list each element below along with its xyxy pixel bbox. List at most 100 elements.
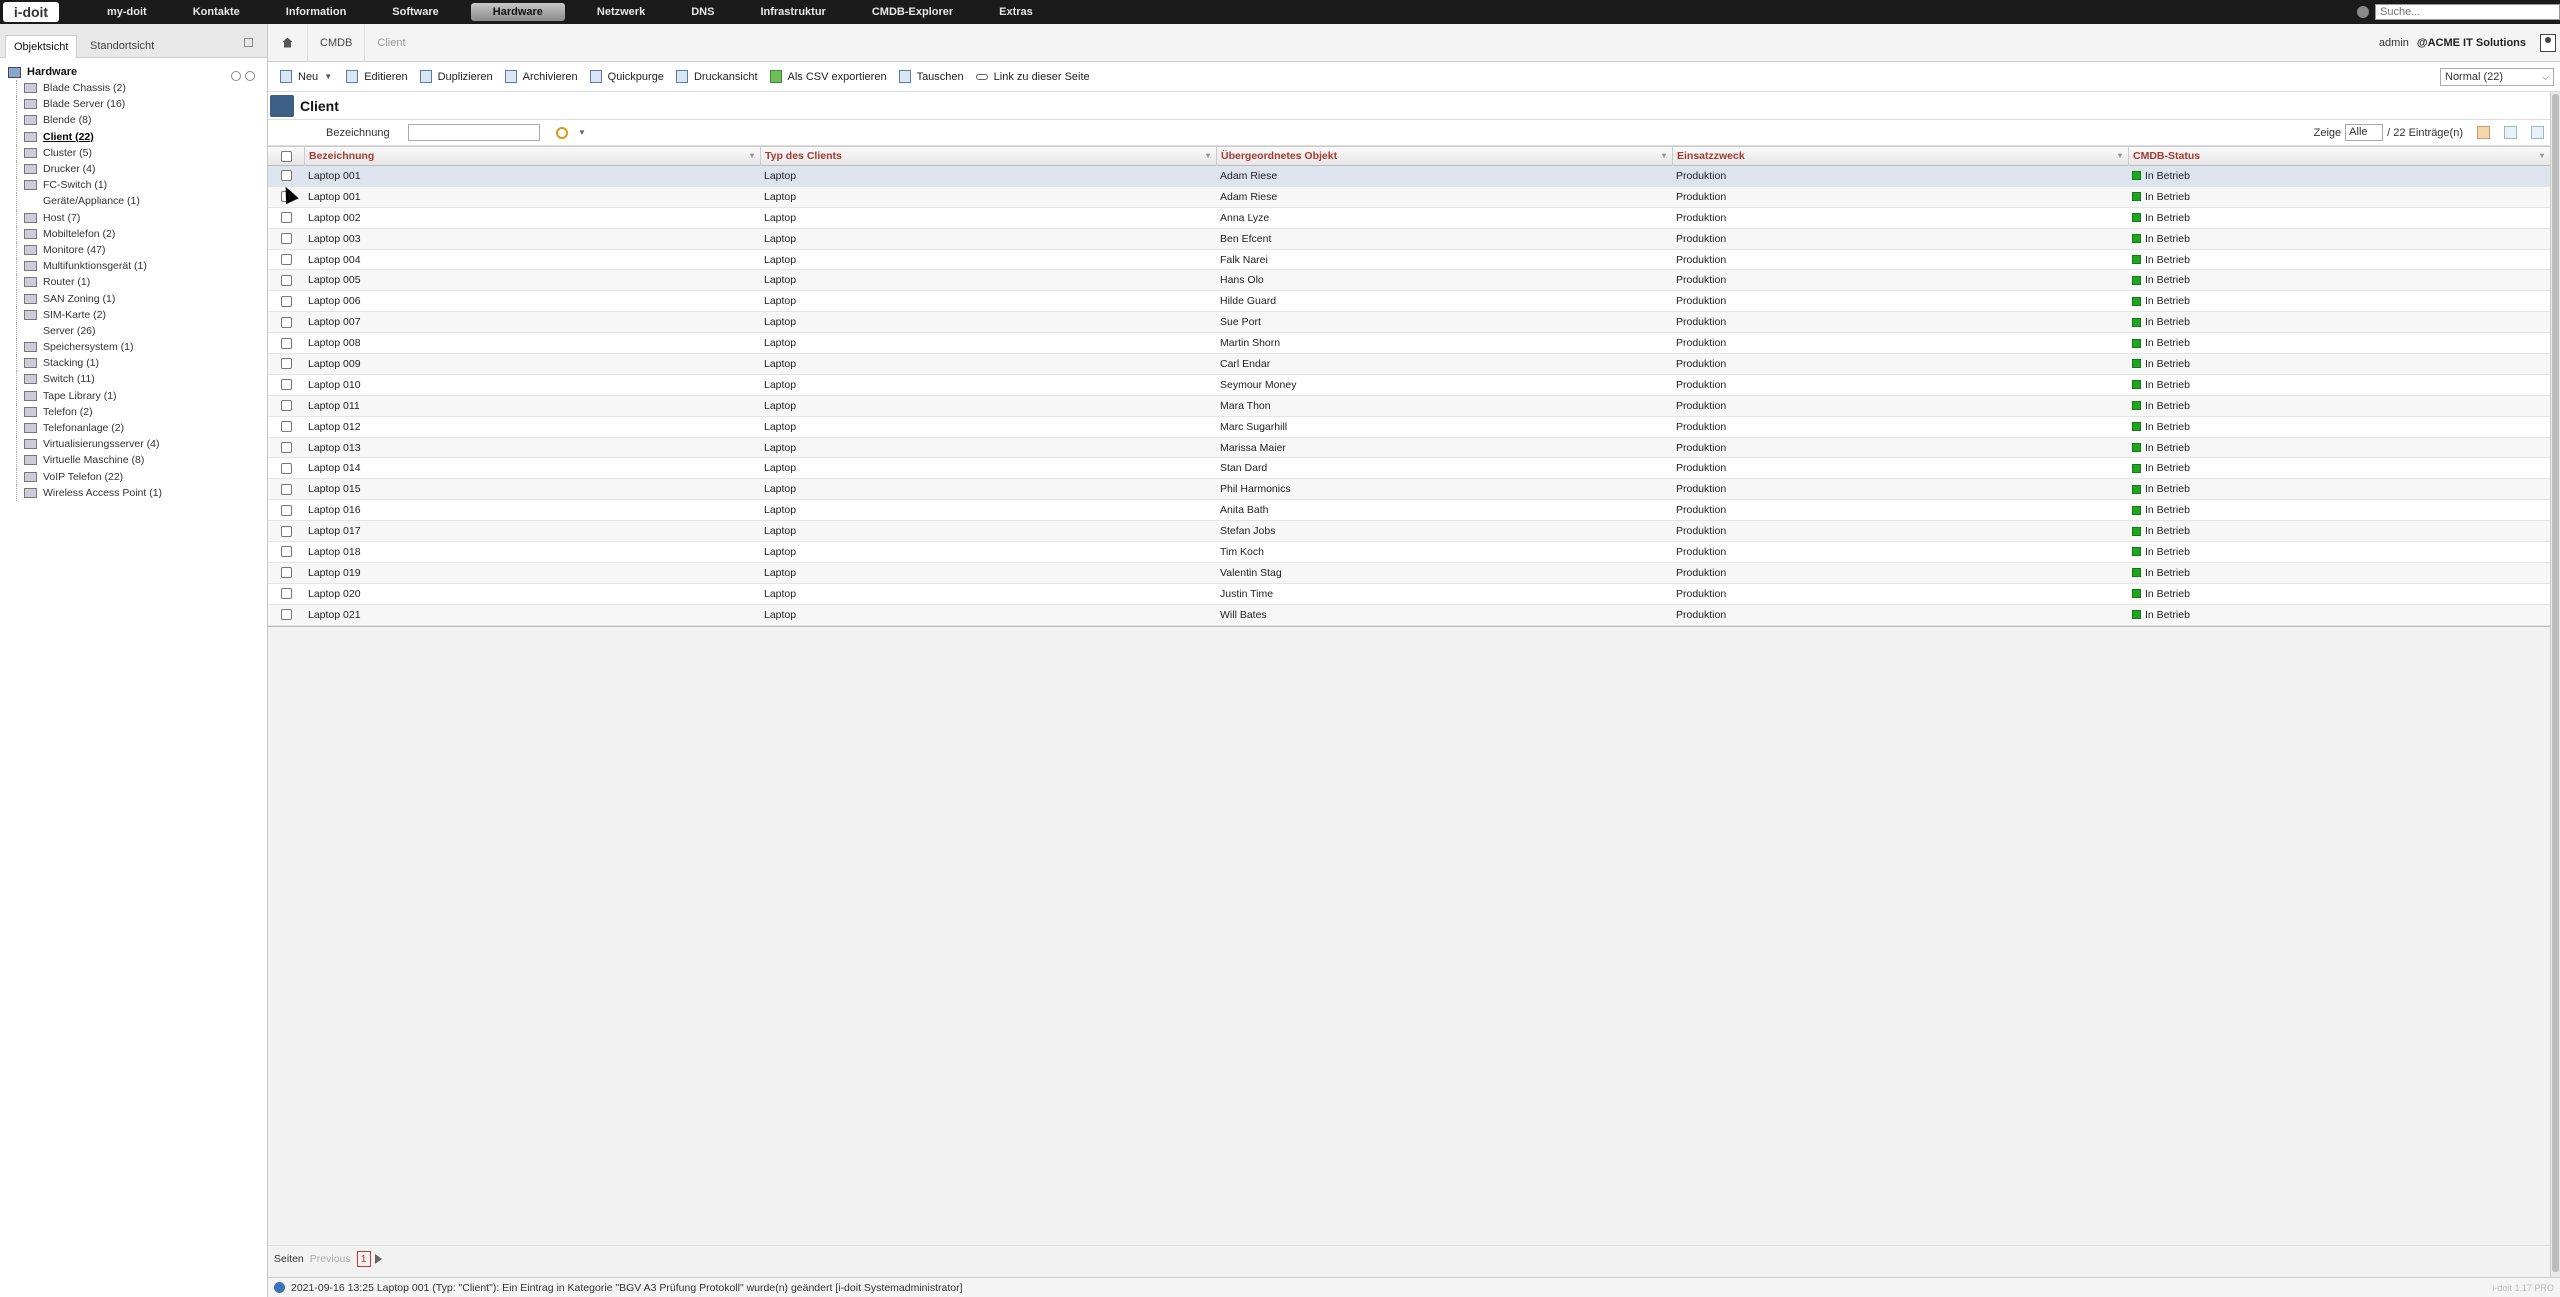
home-icon[interactable] [268,23,308,62]
row-checkbox[interactable] [280,462,292,474]
row-checkbox[interactable] [280,567,292,579]
new-button[interactable]: Neu [280,70,318,83]
list-settings-icon[interactable] [2477,126,2490,139]
table-row[interactable]: Laptop 001 Laptop Adam Riese Produktion In B… [268,186,2550,208]
table-row[interactable]: Laptop 007 Laptop Sue Port Produktion In Bet… [268,312,2550,334]
nav-item-information[interactable]: Information [272,3,361,21]
row-checkbox[interactable] [280,588,292,600]
page-link-button[interactable]: Link zu dieser Seite [975,71,1090,83]
filter-input[interactable] [408,124,540,141]
table-row[interactable]: Laptop 018 Laptop Tim Koch Produktion In Bet… [268,542,2550,563]
user-org[interactable]: @ACME IT Solutions [2417,37,2526,49]
user-name[interactable]: admin [2379,37,2409,49]
table-row[interactable]: Laptop 003 Laptop Ben Efcent Produktion In B… [268,228,2550,250]
table-row[interactable]: Laptop 001 Laptop Adam Riese Produktion In B… [268,166,2550,187]
filter-options-icon[interactable]: ▼ [578,128,586,137]
tree-item[interactable]: FC-Switch (1) [8,177,267,194]
tree-item[interactable]: Router (1) [8,274,267,291]
row-checkbox[interactable] [280,295,292,307]
avatar[interactable] [2540,34,2556,52]
quickpurge-button[interactable]: Quickpurge [589,70,664,83]
search-input[interactable] [2375,4,2560,20]
nav-item-cmdb-explorer[interactable]: CMDB-Explorer [858,3,967,21]
nav-item-my-doit[interactable]: my-doit [93,3,161,21]
tree-item[interactable]: SIM-Karte (2) [8,306,267,324]
tree-item[interactable]: Mobiltelefon (2) [8,225,267,243]
row-checkbox[interactable] [280,337,292,349]
tree-item[interactable]: Tape Library (1) [8,387,267,404]
archive-button[interactable]: Archivieren [504,70,578,83]
edit-button[interactable]: Editieren [346,70,408,83]
nav-item-hardware[interactable]: Hardware [470,3,565,21]
collapse-icon[interactable] [244,38,253,47]
tree-item[interactable]: Blade Server (16) [8,96,267,113]
table-row[interactable]: Laptop 002 Laptop Anna Lyze Produktion In Be… [268,208,2550,229]
table-row[interactable]: Laptop 014 Laptop Stan Dard Produktion In Be… [268,458,2550,480]
tree-item[interactable]: Drucker (4) [8,160,267,178]
table-row[interactable]: Laptop 010 Laptop Seymour Money Produktion I… [268,375,2550,396]
search-icon[interactable] [556,126,568,139]
tree-item[interactable]: Cluster (5) [8,144,267,162]
tree-item[interactable]: Client (22) [8,128,267,145]
table-row[interactable]: Laptop 006 Laptop Hilde Guard Produktion In … [268,291,2550,313]
tree-item[interactable]: Blade Chassis (2) [8,80,267,97]
row-checkbox[interactable] [280,254,292,265]
row-checkbox[interactable] [280,316,292,328]
nav-item-kontakte[interactable]: Kontakte [179,3,254,21]
table-row[interactable]: Laptop 021 Laptop Will Bates Produktion In B… [268,604,2550,626]
table-row[interactable]: Laptop 017 Laptop Stefan Jobs Produktion In … [268,521,2550,543]
view-select[interactable]: Normal (22) [2440,68,2554,86]
tree-item[interactable]: Wireless Access Point (1) [8,484,267,502]
print-view-button[interactable]: Druckansicht [675,70,758,83]
breadcrumb-cmdb[interactable]: CMDB [308,23,366,62]
table-row[interactable]: Laptop 008 Laptop Martin Shorn Produktion In… [268,333,2550,355]
table-row[interactable]: Laptop 009 Laptop Carl Endar Produktion In B… [268,354,2550,375]
tree-item[interactable]: Multifunktionsgerät (1) [8,258,267,275]
table-view-icon[interactable] [2504,126,2517,139]
row-checkbox[interactable] [280,546,292,558]
row-checkbox[interactable] [280,483,292,495]
scroll-thumb[interactable] [2552,94,2559,1272]
row-checkbox[interactable] [280,609,292,621]
settings-icon[interactable] [2357,6,2369,18]
table-row[interactable]: Laptop 012 Laptop Marc Sugarhill Produktion… [268,417,2550,438]
row-checkbox[interactable] [280,525,292,537]
pager-next-icon[interactable] [374,1253,382,1264]
table-row[interactable]: Laptop 019 Laptop Valentin Stag Produktion I… [268,562,2550,584]
tree-root-hardware[interactable]: Hardware [8,64,267,80]
row-checkbox[interactable] [280,400,292,412]
pager-previous[interactable]: Previous [310,1253,351,1265]
nav-item-software[interactable]: Software [378,3,452,21]
col-cmdb-status[interactable]: CMDB-Status [2128,146,2550,166]
col-einsatzzweck[interactable]: Einsatzzweck [1672,146,2128,166]
pager-current-page[interactable]: 1 [356,1250,371,1267]
row-checkbox[interactable] [280,421,292,433]
tree-item[interactable]: Server (26) [8,322,267,340]
tree-item[interactable]: SAN Zoning (1) [8,290,267,307]
tab-standortsicht[interactable]: Standortsicht [82,35,162,58]
table-row[interactable]: Laptop 015 Laptop Phil Harmonics Produktion… [268,479,2550,501]
row-checkbox[interactable] [280,212,292,224]
tree-item[interactable]: Host (7) [8,209,267,226]
duplicate-button[interactable]: Duplizieren [419,70,493,83]
tree-item[interactable]: Geräte/Appliance (1) [8,193,267,210]
tab-objektsicht[interactable]: Objektsicht [5,35,78,58]
page-size-select[interactable]: Alle [2345,124,2384,141]
table-row[interactable]: Laptop 013 Laptop Marissa Maier Produktion I… [268,437,2550,459]
tree-item[interactable]: Telefon (2) [8,403,267,421]
nav-item-extras[interactable]: Extras [985,3,1047,21]
idoit-logo[interactable]: i-doit [3,2,59,22]
grid-view-icon[interactable] [2531,126,2544,139]
csv-export-button[interactable]: Als CSV exportieren [769,70,887,83]
nav-item-netzwerk[interactable]: Netzwerk [583,3,659,21]
tree-item[interactable]: Switch (11) [8,371,267,388]
table-row[interactable]: Laptop 020 Laptop Justin Time Produktion In … [268,584,2550,605]
row-checkbox[interactable] [280,358,292,370]
row-checkbox[interactable] [280,442,292,454]
tree-item[interactable]: Virtualisierungsserver (4) [8,436,267,453]
tree-item[interactable]: Stacking (1) [8,355,267,372]
row-checkbox[interactable] [280,379,292,391]
row-checkbox[interactable] [280,170,292,182]
table-row[interactable]: Laptop 004 Laptop Falk Narei Produktion In B… [268,250,2550,271]
row-checkbox[interactable] [280,274,292,286]
